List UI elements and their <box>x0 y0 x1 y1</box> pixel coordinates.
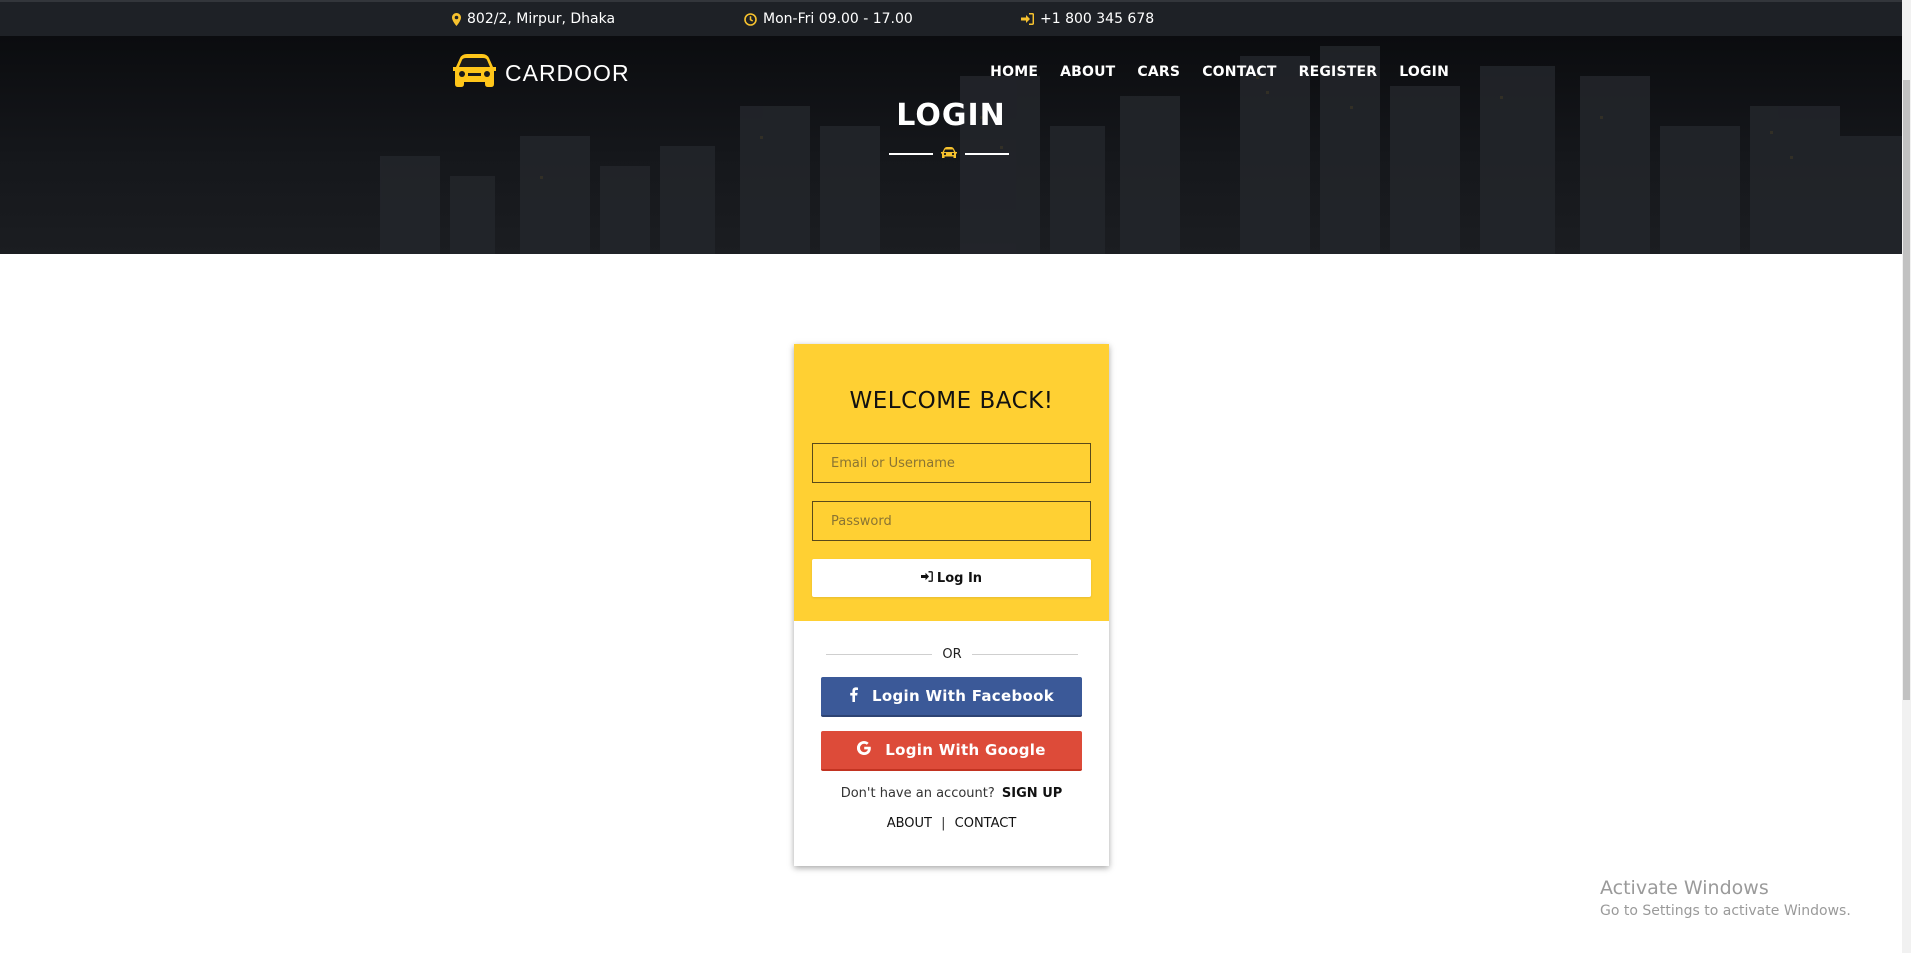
separator-line-left <box>889 152 933 155</box>
brand-name: CARDOOR <box>505 59 630 86</box>
divider-line-left <box>826 654 933 655</box>
scrollbar-thumb[interactable] <box>1903 80 1910 700</box>
main-nav: HOME ABOUT CARS CONTACT REGISTER LOGIN <box>990 64 1449 80</box>
clock-icon <box>744 12 757 26</box>
signup-prompt: Don't have an account? SIGN UP <box>794 786 1109 801</box>
login-form-panel: WELCOME BACK! Log In <box>794 344 1109 621</box>
facebook-icon <box>849 686 858 706</box>
welcome-heading: WELCOME BACK! <box>849 388 1054 414</box>
or-divider: OR <box>826 647 1079 662</box>
footer-separator: | <box>941 816 946 831</box>
nav-cars[interactable]: CARS <box>1137 64 1180 80</box>
or-label: OR <box>942 647 962 662</box>
login-button[interactable]: Log In <box>812 559 1091 597</box>
taxi-icon <box>941 144 957 163</box>
address-info: 802/2, Mirpur, Dhaka <box>452 11 615 27</box>
watermark-title: Activate Windows <box>1600 877 1769 899</box>
sign-in-icon <box>920 570 933 586</box>
footer-link-contact[interactable]: CONTACT <box>955 816 1017 831</box>
watermark-subtitle: Go to Settings to activate Windows. <box>1600 903 1851 919</box>
signup-link[interactable]: SIGN UP <box>1002 786 1062 801</box>
phone-info: +1 800 345 678 <box>1021 11 1154 27</box>
nav-register[interactable]: REGISTER <box>1299 64 1378 80</box>
facebook-login-button[interactable]: Login With Facebook <box>821 677 1082 717</box>
password-input[interactable] <box>812 501 1091 541</box>
username-input[interactable] <box>812 443 1091 483</box>
google-icon <box>857 741 872 759</box>
login-card: WELCOME BACK! Log In OR Login With Faceb… <box>794 344 1109 866</box>
phone-text: +1 800 345 678 <box>1040 11 1155 27</box>
nav-login[interactable]: LOGIN <box>1399 64 1449 80</box>
divider-line-right <box>971 654 1079 655</box>
nav-about[interactable]: ABOUT <box>1060 64 1115 80</box>
google-login-button[interactable]: Login With Google <box>821 731 1082 771</box>
separator-line-right <box>965 152 1009 155</box>
address-text: 802/2, Mirpur, Dhaka <box>467 11 616 27</box>
google-button-label: Login With Google <box>885 741 1046 759</box>
facebook-button-label: Login With Facebook <box>872 687 1054 705</box>
page: 802/2, Mirpur, Dhaka Mon-Fri 09.00 - 17.… <box>0 0 1911 953</box>
hours-text: Mon-Fri 09.00 - 17.00 <box>763 11 913 27</box>
login-button-label: Log In <box>936 570 983 586</box>
sign-in-icon <box>1021 13 1034 25</box>
brand-logo[interactable]: CARDOOR <box>452 54 630 92</box>
page-scrollbar[interactable] <box>1902 0 1911 953</box>
map-marker-icon <box>452 12 461 26</box>
car-logo-icon <box>452 54 497 92</box>
page-title: LOGIN <box>896 98 1006 133</box>
card-footer-links: ABOUT | CONTACT <box>794 816 1109 831</box>
title-separator <box>889 144 1009 163</box>
nav-contact[interactable]: CONTACT <box>1202 64 1276 80</box>
signup-prompt-text: Don't have an account? <box>840 786 995 801</box>
nav-home[interactable]: HOME <box>990 64 1038 80</box>
footer-link-about[interactable]: ABOUT <box>887 816 932 831</box>
activate-windows-watermark: Activate Windows Go to Settings to activ… <box>1600 877 1851 919</box>
hero-header: CARDOOR HOME ABOUT CARS CONTACT REGISTER… <box>0 36 1902 254</box>
hours-info: Mon-Fri 09.00 - 17.00 <box>744 11 913 27</box>
top-info-bar: 802/2, Mirpur, Dhaka Mon-Fri 09.00 - 17.… <box>0 0 1902 36</box>
